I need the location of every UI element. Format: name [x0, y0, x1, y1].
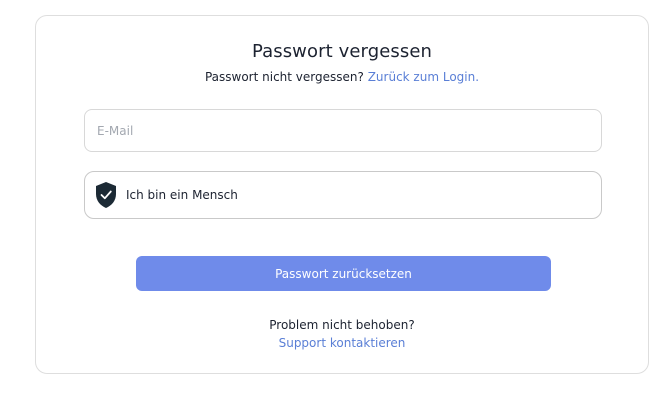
shield-check-icon	[96, 182, 116, 208]
reset-password-button[interactable]: Passwort zurücksetzen	[136, 256, 551, 291]
subtitle-text: Passwort nicht vergessen?	[204, 70, 364, 84]
page-title: Passwort vergessen	[251, 41, 433, 62]
human-verification-checkbox[interactable]: Ich bin ein Mensch	[84, 171, 602, 219]
problem-text: Problem nicht behoben?	[269, 318, 415, 332]
subtitle: Passwort nicht vergessen? Zurück zum Log…	[36, 70, 648, 84]
reset-password-card: Passwort vergessen Passwort nicht verges…	[35, 15, 649, 374]
contact-support-link[interactable]: Support kontaktieren	[279, 336, 406, 350]
back-to-login-link[interactable]: Zurück zum Login.	[368, 70, 479, 84]
email-field[interactable]	[84, 109, 602, 152]
captcha-label: Ich bin ein Mensch	[126, 188, 238, 202]
